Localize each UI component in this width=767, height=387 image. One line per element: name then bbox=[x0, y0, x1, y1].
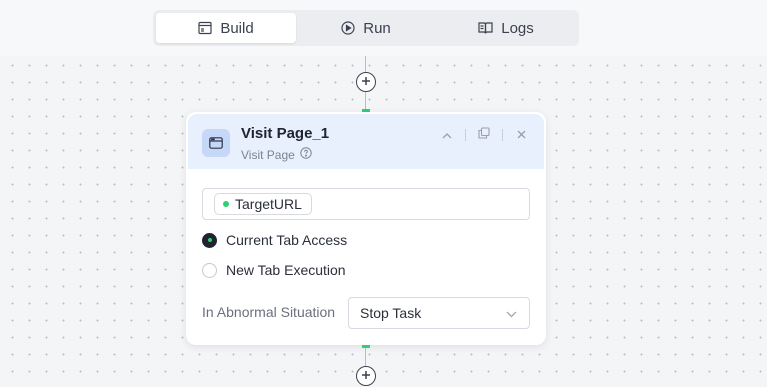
node-subtitle: Visit Page bbox=[241, 147, 312, 162]
tab-build[interactable]: Build bbox=[156, 13, 296, 43]
build-icon bbox=[198, 21, 212, 35]
abnormal-situation-label: In Abnormal Situation bbox=[202, 304, 336, 320]
output-port[interactable] bbox=[362, 345, 370, 348]
connector-line bbox=[365, 348, 366, 366]
duplicate-button[interactable] bbox=[475, 126, 493, 144]
variable-tag[interactable]: TargetURL bbox=[214, 193, 312, 215]
play-icon bbox=[341, 21, 355, 35]
copy-icon bbox=[478, 126, 490, 144]
help-icon[interactable] bbox=[300, 147, 312, 162]
plus-icon bbox=[361, 73, 371, 91]
connector-line bbox=[365, 92, 366, 110]
radio-button-checked[interactable] bbox=[202, 232, 217, 248]
close-icon bbox=[517, 126, 526, 144]
tab-logs[interactable]: Logs bbox=[436, 13, 576, 43]
tab-logs-label: Logs bbox=[501, 19, 534, 37]
divider bbox=[465, 129, 466, 141]
delete-node-button[interactable] bbox=[512, 126, 530, 144]
connector-line bbox=[365, 56, 366, 72]
abnormal-action-select[interactable]: Stop Task bbox=[348, 297, 530, 329]
node-header-actions bbox=[438, 126, 530, 144]
book-icon bbox=[478, 21, 493, 35]
variable-status-dot bbox=[223, 201, 229, 207]
add-step-button-bottom[interactable] bbox=[356, 366, 376, 386]
add-step-button-top[interactable] bbox=[356, 72, 376, 92]
workflow-canvas[interactable]: Build Run Logs Visit Page_1 Visit Page T… bbox=[0, 0, 767, 387]
option-label: Current Tab Access bbox=[226, 232, 348, 248]
node-header: Visit Page_1 Visit Page bbox=[188, 114, 544, 169]
node-type-label: Visit Page bbox=[241, 147, 295, 162]
variable-tag-label: TargetURL bbox=[235, 196, 302, 212]
option-label: New Tab Execution bbox=[226, 262, 346, 278]
option-current-tab[interactable]: Current Tab Access bbox=[202, 232, 347, 248]
collapse-button[interactable] bbox=[438, 126, 456, 144]
browser-window-icon bbox=[202, 129, 230, 157]
divider bbox=[502, 129, 503, 141]
url-input-field[interactable]: TargetURL bbox=[202, 188, 530, 220]
chevron-down-icon bbox=[506, 305, 517, 321]
visit-page-node[interactable]: Visit Page_1 Visit Page TargetURL Curren… bbox=[186, 112, 546, 345]
node-title[interactable]: Visit Page_1 bbox=[241, 125, 329, 142]
chevron-up-icon bbox=[442, 126, 452, 144]
top-bar: Build Run Logs bbox=[0, 0, 767, 56]
option-new-tab[interactable]: New Tab Execution bbox=[202, 262, 346, 278]
view-tabs: Build Run Logs bbox=[153, 10, 579, 46]
tab-run[interactable]: Run bbox=[296, 13, 436, 43]
select-value: Stop Task bbox=[360, 305, 422, 321]
tab-run-label: Run bbox=[363, 19, 391, 37]
plus-icon bbox=[361, 367, 371, 385]
tab-build-label: Build bbox=[220, 19, 254, 37]
radio-button[interactable] bbox=[202, 262, 217, 278]
